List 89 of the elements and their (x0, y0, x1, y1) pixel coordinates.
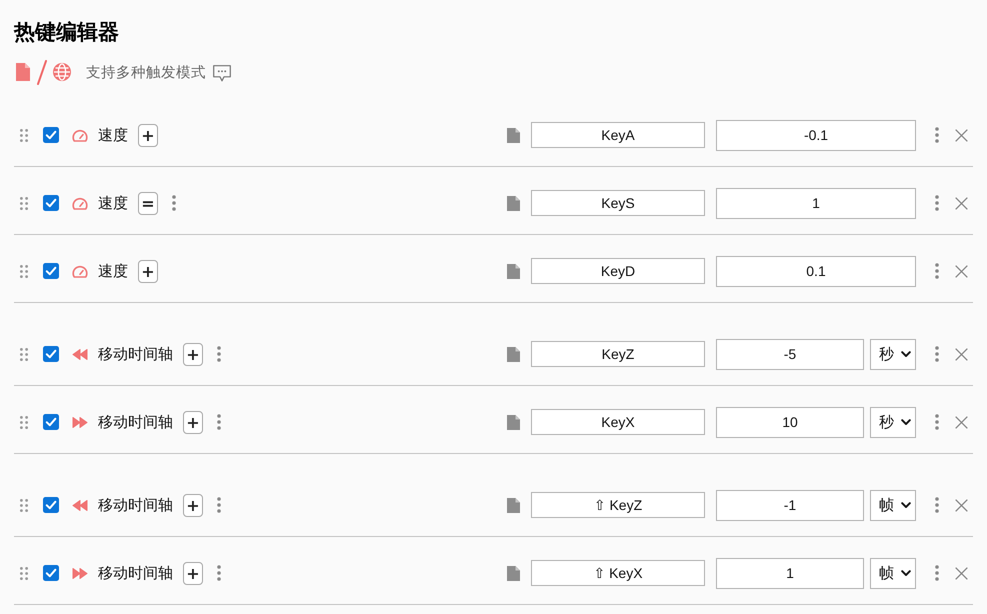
checkbox[interactable] (43, 195, 59, 211)
action-label: 移动时间轴 (98, 564, 173, 582)
file-icon (507, 346, 520, 362)
more-options-icon[interactable] (935, 195, 939, 211)
rewind-icon (72, 348, 88, 360)
value-field[interactable]: 1 (716, 188, 916, 218)
operator-button[interactable]: = (138, 192, 158, 214)
file-icon (507, 498, 520, 512)
drag-handle-icon[interactable] (20, 128, 28, 142)
value-field[interactable]: -1 (716, 490, 864, 520)
more-options-icon[interactable] (935, 346, 939, 362)
gauge-icon (72, 196, 88, 210)
checkbox[interactable] (43, 346, 59, 362)
action-label: 速度 (98, 262, 128, 280)
drag-handle-icon[interactable] (20, 264, 28, 278)
file-icon (507, 264, 520, 278)
more-options-icon[interactable] (217, 414, 221, 430)
hotkey-field[interactable]: KeyS (531, 190, 705, 216)
action-label: 速度 (98, 126, 128, 144)
file-icon (507, 566, 520, 580)
operator-button[interactable]: + (183, 494, 203, 516)
file-icon (507, 414, 520, 430)
close-icon[interactable] (955, 348, 968, 360)
close-icon[interactable] (955, 498, 968, 512)
hotkey-field[interactable]: KeyZ (531, 341, 705, 367)
drag-handle-icon[interactable] (20, 196, 28, 210)
slash-icon (37, 60, 47, 84)
operator-button[interactable]: + (183, 562, 203, 584)
drag-handle-icon[interactable] (20, 348, 28, 360)
fast-forward-icon (72, 568, 88, 578)
more-options-icon[interactable] (217, 497, 221, 513)
unit-select[interactable]: 秒 (870, 338, 916, 370)
close-icon[interactable] (955, 128, 968, 142)
checkbox[interactable] (43, 263, 59, 279)
value-field[interactable]: 1 (716, 558, 864, 588)
hotkey-field[interactable]: ⇧ KeyZ (531, 492, 705, 518)
more-options-icon[interactable] (935, 497, 939, 513)
file-icon (507, 196, 520, 210)
rewind-icon (72, 500, 88, 510)
close-icon[interactable] (955, 264, 968, 278)
more-options-icon[interactable] (217, 565, 221, 581)
close-icon[interactable] (955, 566, 968, 580)
hotkey-field[interactable]: KeyD (531, 258, 705, 284)
action-label: 速度 (98, 194, 128, 212)
value-field[interactable]: -5 (716, 338, 864, 370)
more-options-icon[interactable] (935, 127, 939, 143)
unit-select[interactable]: 帧 (870, 490, 916, 520)
unit-select[interactable]: 秒 (870, 406, 916, 438)
chevron-down-icon (901, 502, 911, 508)
hotkey-field[interactable]: KeyX (531, 409, 705, 435)
more-options-icon[interactable] (935, 414, 939, 430)
action-label: 移动时间轴 (98, 412, 173, 432)
checkbox[interactable] (43, 414, 59, 430)
more-options-icon[interactable] (935, 263, 939, 279)
hotkey-field[interactable]: KeyA (531, 122, 705, 148)
value-field[interactable]: -0.1 (716, 120, 916, 150)
subtitle-text: 支持多种触发模式 (86, 64, 206, 82)
action-label: 移动时间轴 (98, 496, 173, 514)
drag-handle-icon[interactable] (20, 566, 28, 580)
operator-button[interactable]: + (183, 342, 203, 366)
page-title: 热键编辑器 (14, 20, 119, 46)
chevron-down-icon (901, 418, 911, 426)
globe-icon (53, 63, 71, 81)
value-field[interactable]: 0.1 (716, 256, 916, 286)
more-options-icon[interactable] (217, 346, 221, 362)
checkbox[interactable] (43, 565, 59, 581)
chevron-down-icon (901, 570, 911, 576)
file-icon (507, 128, 520, 142)
chevron-down-icon (901, 350, 911, 358)
fast-forward-icon (72, 416, 88, 428)
checkbox[interactable] (43, 127, 59, 143)
action-label: 移动时间轴 (98, 344, 173, 364)
more-options-icon[interactable] (935, 565, 939, 581)
operator-button[interactable]: + (138, 260, 158, 282)
close-icon[interactable] (955, 416, 968, 428)
file-icon (16, 63, 30, 81)
gauge-icon (72, 128, 88, 142)
drag-handle-icon[interactable] (20, 498, 28, 512)
close-icon[interactable] (955, 196, 968, 210)
drag-handle-icon[interactable] (20, 416, 28, 428)
operator-button[interactable]: + (183, 410, 203, 434)
operator-button[interactable]: + (138, 124, 158, 146)
unit-select[interactable]: 帧 (870, 558, 916, 588)
comment-icon[interactable] (213, 64, 231, 82)
more-options-icon[interactable] (172, 195, 176, 211)
value-field[interactable]: 10 (716, 406, 864, 438)
hotkey-field[interactable]: ⇧ KeyX (531, 560, 705, 586)
checkbox[interactable] (43, 497, 59, 513)
gauge-icon (72, 264, 88, 278)
